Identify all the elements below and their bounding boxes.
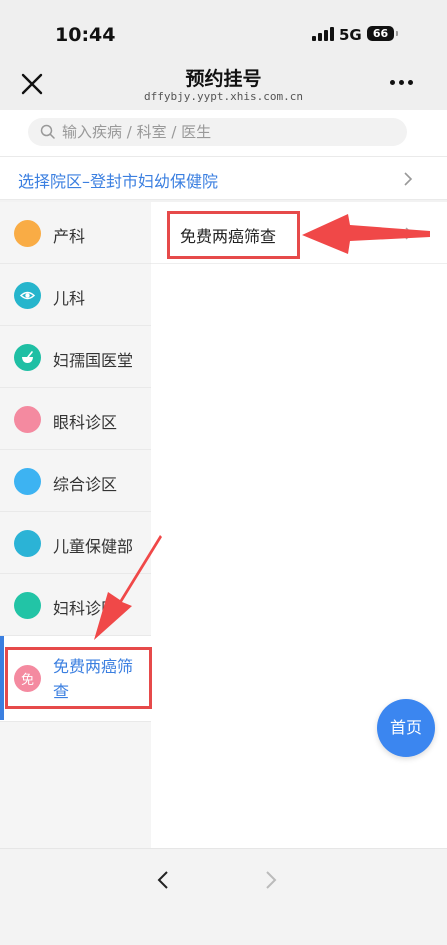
network-type: 5G: [339, 26, 362, 44]
page-title: 预约挂号: [185, 68, 262, 90]
status-time: 10:44: [55, 24, 116, 46]
sidebar-item-obstetrics[interactable]: 产科: [0, 202, 151, 264]
battery-icon: 66: [367, 26, 398, 41]
sidebar-item-label: 儿童保健部: [53, 537, 134, 556]
sidebar-item-screening[interactable]: 免 免费两癌筛查: [0, 636, 151, 722]
page-url: dffybjy.yypt.xhis.com.cn: [144, 90, 303, 103]
sidebar-item-label: 免费两癌筛查: [53, 657, 134, 701]
chevron-right-icon: [405, 227, 414, 240]
mian-badge-icon: 免: [14, 665, 41, 692]
area-label: 选择院区–登封市妇幼保健院: [18, 172, 219, 191]
list-item[interactable]: 免费两癌筛查: [151, 202, 447, 264]
browser-toolbar: [0, 848, 447, 945]
sidebar-item-label: 综合诊区: [53, 475, 118, 494]
blue-circle-icon: [14, 468, 41, 495]
back-icon[interactable]: [154, 869, 172, 891]
nav-bar: 预约挂号 dffybjy.yypt.xhis.com.cn: [0, 58, 447, 110]
search-input[interactable]: [62, 118, 392, 146]
search-box[interactable]: [28, 118, 407, 146]
more-icon[interactable]: [390, 80, 413, 85]
sidebar-item-general[interactable]: 综合诊区: [0, 450, 151, 512]
active-indicator: [0, 636, 4, 720]
chevron-right-icon: [404, 172, 413, 186]
sidebar-item-child-health[interactable]: 儿童保健部: [0, 512, 151, 574]
department-sidebar: 产科 儿科 妇孺国医堂 眼科诊区 综合诊区 儿童保健部 妇科诊区 免 免费两癌筛…: [0, 202, 151, 848]
search-icon: [40, 124, 55, 139]
teal-circle-icon: [14, 530, 41, 557]
status-bar: 10:44 5G 66: [0, 0, 447, 58]
eye-icon: [14, 282, 41, 309]
sidebar-item-label: 儿科: [53, 289, 86, 308]
mortar-icon: [14, 344, 41, 371]
green-circle-icon: [14, 592, 41, 619]
sidebar-item-label: 妇科诊区: [53, 599, 118, 618]
orange-circle-icon: [14, 220, 41, 247]
sidebar-item-ophthalmology[interactable]: 眼科诊区: [0, 388, 151, 450]
area-selector[interactable]: 选择院区–登封市妇幼保健院: [0, 156, 447, 200]
sidebar-item-tcm[interactable]: 妇孺国医堂: [0, 326, 151, 388]
sidebar-item-gynecology[interactable]: 妇科诊区: [0, 574, 151, 636]
sidebar-item-label: 妇孺国医堂: [53, 351, 134, 370]
list-item-label: 免费两癌筛查: [180, 227, 277, 246]
signal-icon: [312, 27, 334, 41]
sidebar-item-label: 产科: [53, 227, 86, 246]
home-button[interactable]: 首页: [377, 699, 435, 757]
search-bar: [0, 110, 447, 156]
sidebar-item-pediatrics[interactable]: 儿科: [0, 264, 151, 326]
forward-icon[interactable]: [262, 869, 280, 891]
pink-circle-icon: [14, 406, 41, 433]
sidebar-item-label: 眼科诊区: [53, 413, 118, 432]
